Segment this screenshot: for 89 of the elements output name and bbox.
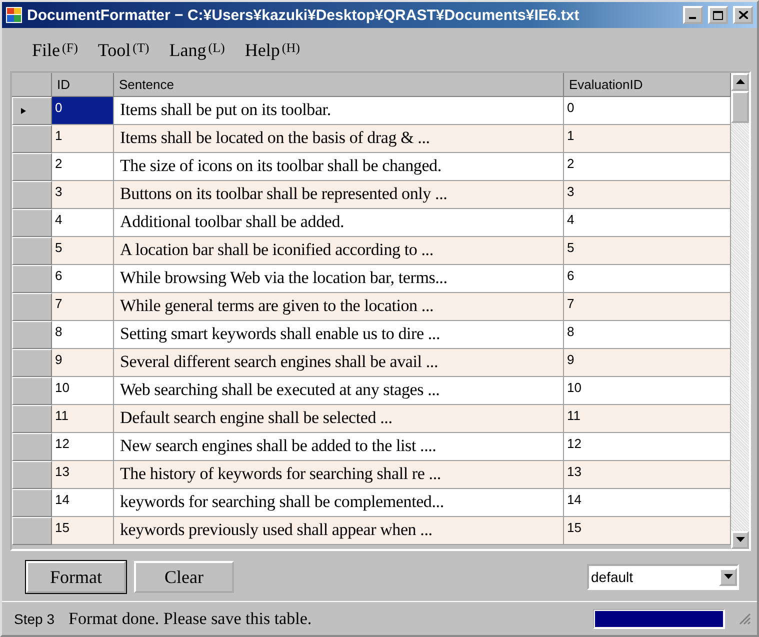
app-icon <box>6 7 22 23</box>
row-header[interactable] <box>12 349 52 377</box>
down-arrow-icon <box>724 574 732 580</box>
table-cell: 8 <box>52 321 114 349</box>
action-button[interactable]: Clear <box>134 561 234 593</box>
table-cell: 5 <box>564 237 731 265</box>
table-cell: Items shall be located on the basis of drag & ... <box>114 125 564 153</box>
table-cell: While browsing Web via the location bar, terms... <box>114 265 564 293</box>
table-cell: 8 <box>564 321 731 349</box>
row-header[interactable] <box>12 433 52 461</box>
table-cell: 11 <box>52 405 114 433</box>
window-title: DocumentFormatter − C:¥Users¥kazuki¥Desktop¥QRAST¥Documents¥IE6.txt <box>27 6 580 24</box>
table-cell: 3 <box>564 181 731 209</box>
table-cell: Items shall be put on its toolbar. <box>114 97 564 125</box>
table-cell: The history of keywords for searching shall re ... <box>114 461 564 489</box>
maximize-button[interactable] <box>708 6 728 24</box>
table-cell: Web searching shall be executed at any stages ... <box>114 377 564 405</box>
table-cell: 0 <box>52 97 114 125</box>
table-cell: Setting smart keywords shall enable us to dire ... <box>114 321 564 349</box>
column-header[interactable]: ID <box>52 73 114 97</box>
row-header[interactable] <box>12 517 52 545</box>
table-cell: 7 <box>52 293 114 321</box>
up-arrow-icon <box>736 79 744 85</box>
row-header[interactable] <box>12 153 52 181</box>
scroll-thumb[interactable] <box>731 91 749 123</box>
table-cell: 1 <box>52 125 114 153</box>
table-cell: Buttons on its toolbar shall be represented only ... <box>114 181 564 209</box>
close-button[interactable] <box>733 6 753 24</box>
row-header[interactable] <box>12 97 52 125</box>
table-cell: 6 <box>564 265 731 293</box>
table-cell: 9 <box>564 349 731 377</box>
table-cell: 2 <box>564 153 731 181</box>
status-message: Format done. Please save this table. <box>68 608 313 628</box>
scrollbar[interactable] <box>731 73 749 549</box>
maximize-icon <box>713 10 723 20</box>
table-cell: 11 <box>564 405 731 433</box>
table-cell: While general terms are given to the location ... <box>114 293 564 321</box>
action-button[interactable]: Format <box>26 561 126 593</box>
table-cell: 5 <box>52 237 114 265</box>
table-cell: 1 <box>564 125 731 153</box>
table-cell: A location bar shall be iconified according to ... <box>114 237 564 265</box>
row-header[interactable] <box>12 377 52 405</box>
table-cell: 10 <box>52 377 114 405</box>
row-header[interactable] <box>12 321 52 349</box>
row-header[interactable] <box>12 181 52 209</box>
table-cell: 12 <box>52 433 114 461</box>
row-header[interactable] <box>12 489 52 517</box>
table-cell: 12 <box>564 433 731 461</box>
table-cell: 4 <box>52 209 114 237</box>
table-cell: 15 <box>564 517 731 545</box>
table-cell: New search engines shall be added to the list .... <box>114 433 564 461</box>
scroll-down-button[interactable] <box>731 531 749 549</box>
current-row-icon <box>19 108 28 114</box>
table-cell: 2 <box>52 153 114 181</box>
table-cell: 0 <box>564 97 731 125</box>
minimize-button[interactable] <box>683 6 703 24</box>
table-cell: keywords for searching shall be complemented... <box>114 489 564 517</box>
dropdown-button[interactable] <box>719 568 737 586</box>
table-cell: Several different search engines shall be avail ... <box>114 349 564 377</box>
resize-grip-icon <box>739 612 751 624</box>
row-header[interactable] <box>12 265 52 293</box>
row-header[interactable] <box>12 293 52 321</box>
table-cell: 9 <box>52 349 114 377</box>
table-cell: 4 <box>564 209 731 237</box>
table-cell: 14 <box>52 489 114 517</box>
column-header[interactable]: EvaluationID <box>564 73 731 97</box>
close-icon <box>738 11 748 19</box>
table-cell: 14 <box>564 489 731 517</box>
table-cell: keywords previously used shall appear when ... <box>114 517 564 545</box>
table-cell: 7 <box>564 293 731 321</box>
table-cell: 13 <box>564 461 731 489</box>
table-cell: 6 <box>52 265 114 293</box>
table-cell: 10 <box>564 377 731 405</box>
row-header[interactable] <box>12 209 52 237</box>
row-header[interactable] <box>12 461 52 489</box>
table-cell: 15 <box>52 517 114 545</box>
dropdown[interactable]: default <box>587 564 739 590</box>
step-label: Step 3 <box>14 610 54 626</box>
down-arrow-icon <box>736 537 744 543</box>
table-cell: 13 <box>52 461 114 489</box>
scroll-up-button[interactable] <box>731 73 749 91</box>
table-cell: The size of icons on its toolbar shall be changed. <box>114 153 564 181</box>
table-cell: Additional toolbar shall be added. <box>114 209 564 237</box>
table-cell: Default search engine shall be selected ... <box>114 405 564 433</box>
table-cell: 3 <box>52 181 114 209</box>
row-header[interactable] <box>12 237 52 265</box>
row-header[interactable] <box>12 405 52 433</box>
row-header[interactable] <box>12 125 52 153</box>
column-header[interactable]: Sentence <box>114 73 564 97</box>
